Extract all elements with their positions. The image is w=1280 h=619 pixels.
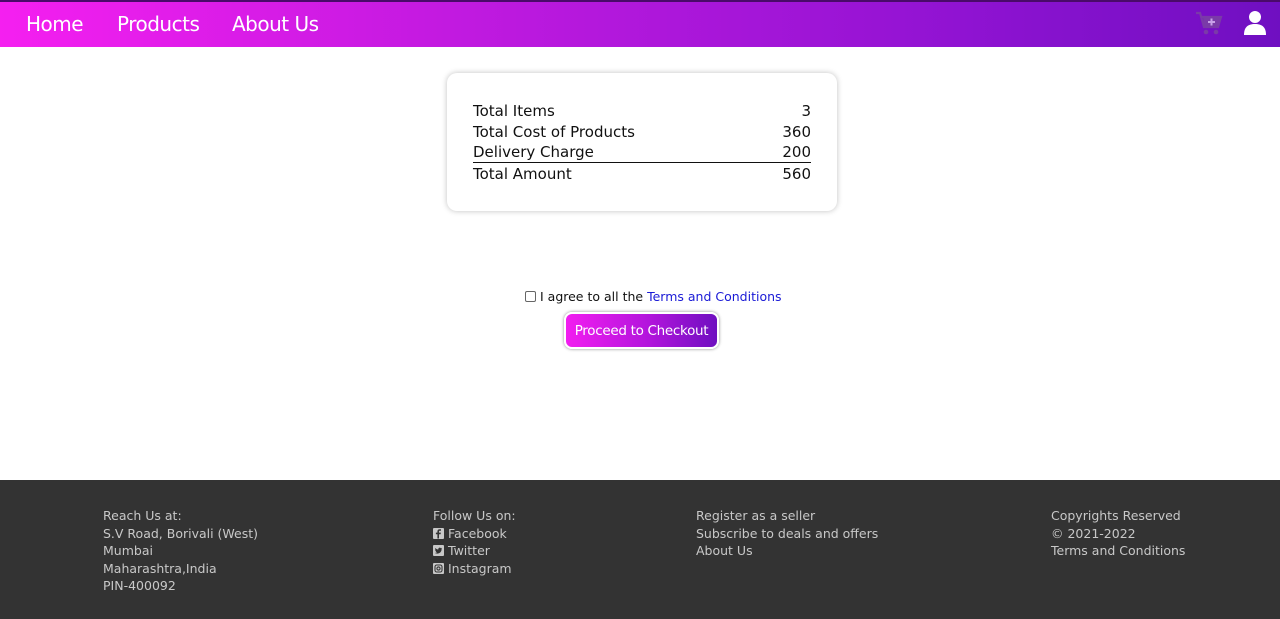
footer-follow-us: Follow Us on: Facebook Twitter Instagram — [433, 507, 516, 577]
footer-copyright: Copyrights Reserved © 2021-2022 Terms an… — [1051, 507, 1185, 560]
footer-heading: Reach Us at: — [103, 508, 182, 523]
address-line: PIN-400092 — [103, 578, 176, 594]
footer-about-link[interactable]: About Us — [696, 542, 878, 560]
summary-value: 3 — [801, 101, 811, 120]
agree-checkbox[interactable] — [525, 290, 536, 302]
nav-products-link[interactable]: Products — [117, 12, 200, 36]
footer-terms-link[interactable]: Terms and Conditions — [1051, 542, 1185, 560]
nav-home-link[interactable]: Home — [26, 12, 84, 36]
summary-value: 360 — [782, 122, 811, 141]
copyright-years: © 2021-2022 — [1051, 525, 1136, 541]
facebook-icon — [433, 527, 444, 539]
twitter-label: Twitter — [448, 543, 490, 559]
order-summary-card: Total Items 3 Total Cost of Products 360… — [447, 73, 837, 211]
summary-row-delivery-charge: Delivery Charge 200 — [473, 142, 811, 163]
footer-reach-us: Reach Us at: S.V Road, Borivali (West) M… — [103, 507, 258, 595]
subscribe-deals-link[interactable]: Subscribe to deals and offers — [696, 525, 878, 543]
cart-plus-icon[interactable] — [1195, 10, 1223, 36]
footer-heading: Follow Us on: — [433, 508, 516, 523]
instagram-icon — [433, 563, 444, 575]
agree-text: I agree to all the — [540, 288, 644, 304]
twitter-link[interactable]: Twitter — [433, 542, 516, 560]
facebook-label: Facebook — [448, 525, 507, 541]
top-navbar: Home Products About Us — [0, 0, 1280, 47]
summary-label: Total Cost of Products — [473, 122, 635, 141]
summary-value: 200 — [782, 143, 811, 161]
address-line: Mumbai — [103, 543, 153, 559]
terms-link[interactable]: Terms and Conditions — [647, 289, 781, 304]
summary-label: Delivery Charge — [473, 143, 594, 161]
address-line: Maharashtra,India — [103, 560, 217, 576]
address-line: S.V Road, Borivali (West) — [103, 525, 259, 541]
site-footer: Reach Us at: S.V Road, Borivali (West) M… — [0, 480, 1280, 619]
summary-label: Total Items — [473, 101, 555, 120]
terms-agreement: I agree to all the Terms and Conditions — [525, 288, 782, 304]
register-seller-link[interactable]: Register as a seller — [696, 507, 878, 525]
twitter-icon — [433, 545, 444, 557]
copyright-text: Copyrights Reserved — [1051, 508, 1181, 523]
summary-value: 560 — [782, 164, 811, 183]
proceed-to-checkout-button[interactable]: Proceed to Checkout — [564, 312, 719, 349]
footer-links: Register as a seller Subscribe to deals … — [696, 507, 878, 560]
user-icon[interactable] — [1243, 10, 1267, 36]
summary-row-total-amount: Total Amount 560 — [473, 163, 811, 184]
facebook-link[interactable]: Facebook — [433, 525, 516, 543]
summary-label: Total Amount — [473, 164, 572, 183]
summary-row-total-cost: Total Cost of Products 360 — [473, 121, 811, 142]
summary-row-total-items: Total Items 3 — [473, 100, 811, 121]
instagram-link[interactable]: Instagram — [433, 560, 516, 578]
instagram-label: Instagram — [448, 560, 512, 576]
nav-about-link[interactable]: About Us — [232, 12, 319, 36]
